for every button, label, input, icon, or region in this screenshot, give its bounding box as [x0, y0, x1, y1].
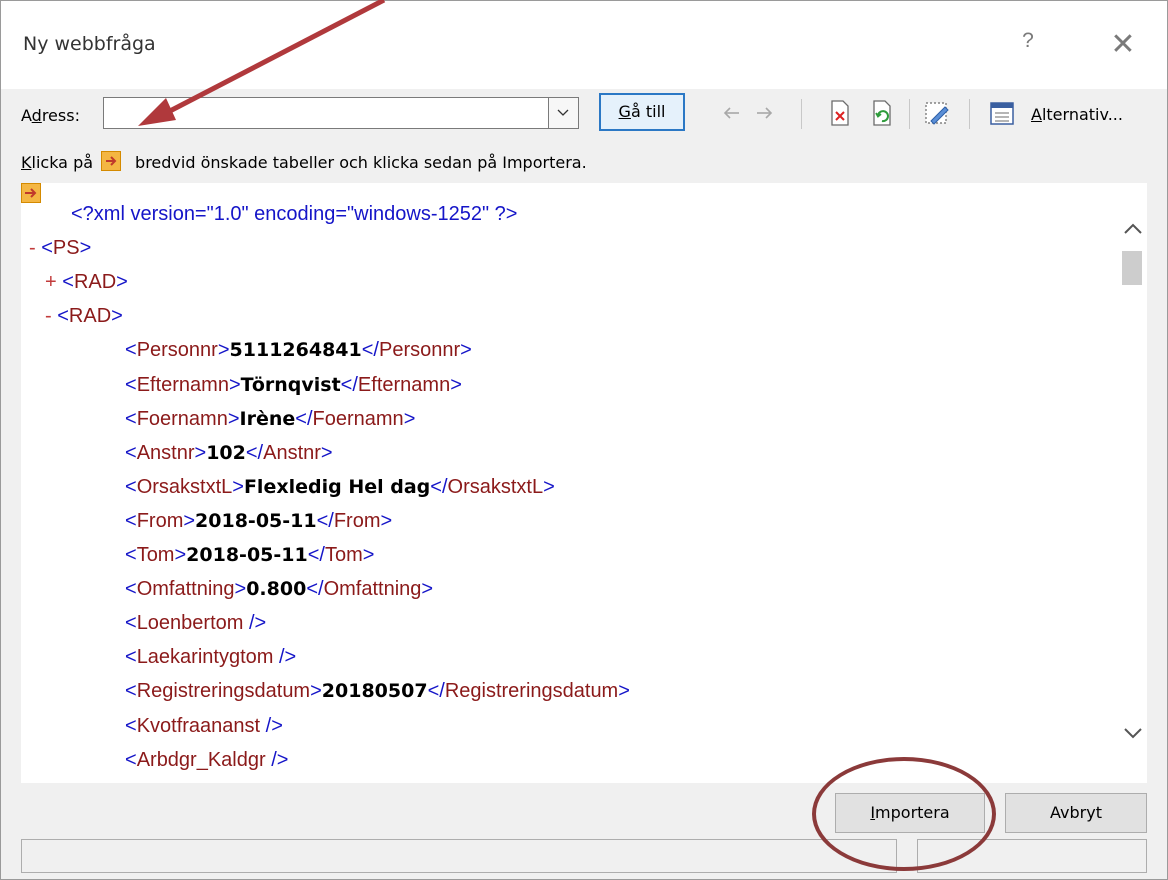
xml-preview-pane: <?xml version="1.0" encoding="windows-12… — [21, 183, 1147, 783]
no-icons-icon[interactable] — [921, 97, 951, 129]
instruction-text: Klicka på bredvid önskade tabeller och kl… — [21, 151, 587, 172]
xml-empty-element: <Arbdgr_Kaldgr /> — [125, 748, 289, 771]
address-label: Adress: — [21, 106, 80, 125]
alternatives-button[interactable]: Alternativ... — [1031, 105, 1123, 124]
cancel-button[interactable]: Avbryt — [1005, 793, 1147, 833]
scroll-up-icon[interactable] — [1123, 221, 1143, 235]
xml-element: <Registreringsdatum>20180507</Registreri… — [125, 680, 630, 703]
xml-element: <Efternamn>Törnqvist</Efternamn> — [125, 373, 462, 396]
table-selector-icon — [101, 151, 122, 171]
xml-element: <Tom>2018-05-11</Tom> — [125, 544, 375, 566]
help-button[interactable]: ? — [1013, 29, 1043, 59]
back-arrow-icon[interactable] — [717, 97, 747, 129]
scrollbar[interactable] — [1119, 183, 1147, 783]
address-dropdown-button[interactable] — [549, 97, 579, 129]
scroll-down-icon[interactable] — [1123, 727, 1143, 741]
dialog-title: Ny webbfråga — [23, 33, 156, 55]
scrollbar-thumb[interactable] — [1122, 251, 1142, 285]
toolbar-separator — [909, 99, 910, 129]
expand-toggle[interactable]: + — [45, 271, 62, 293]
address-input[interactable] — [103, 97, 549, 129]
stop-icon[interactable] — [825, 97, 855, 129]
annotation-circle — [812, 757, 996, 871]
xml-node-rad[interactable]: + <RAD> — [45, 266, 128, 300]
table-selector-icon[interactable] — [21, 183, 41, 203]
xml-element: <Omfattning>0.800</Omfattning> — [125, 578, 434, 601]
xml-node-ps[interactable]: - <PS> — [29, 232, 91, 266]
collapse-toggle[interactable]: - — [45, 305, 57, 327]
close-button[interactable]: ✕ — [1103, 25, 1143, 65]
toolbar-separator — [801, 99, 802, 129]
collapse-toggle[interactable]: - — [29, 237, 41, 259]
xml-empty-element: <Loenbertom /> — [125, 612, 267, 635]
xml-document: <?xml version="1.0" encoding="windows-12… — [21, 183, 1117, 783]
xml-declaration: <?xml version="1.0" encoding="windows-12… — [71, 203, 518, 225]
xml-node-rad[interactable]: - <RAD> — [45, 300, 123, 334]
options-icon[interactable] — [987, 97, 1017, 129]
xml-element: <OrsakstxtL>Flexledig Hel dag</Orsakstxt… — [125, 475, 555, 498]
xml-element: <From>2018-05-11</From> — [125, 509, 393, 532]
status-bar — [21, 839, 897, 873]
xml-empty-element: <Kvotfraananst /> — [125, 714, 283, 737]
forward-arrow-icon[interactable] — [749, 97, 779, 129]
xml-element: <Personnr>5111264841</Personnr> — [125, 339, 472, 362]
toolbar-separator — [969, 99, 970, 129]
web-query-dialog: Ny webbfråga ? ✕ Adress: Gå till Alterna… — [0, 0, 1168, 880]
xml-element: <Foernamn>Irène</Foernamn> — [125, 407, 416, 430]
xml-empty-element: <Laekarintygtom /> — [125, 646, 297, 669]
xml-element: <Anstnr>102</Anstnr> — [125, 441, 333, 464]
goto-button[interactable]: Gå till — [599, 93, 685, 131]
title-bar: Ny webbfråga ? ✕ — [1, 1, 1167, 89]
refresh-icon[interactable] — [867, 97, 897, 129]
chevron-down-icon — [557, 109, 569, 116]
